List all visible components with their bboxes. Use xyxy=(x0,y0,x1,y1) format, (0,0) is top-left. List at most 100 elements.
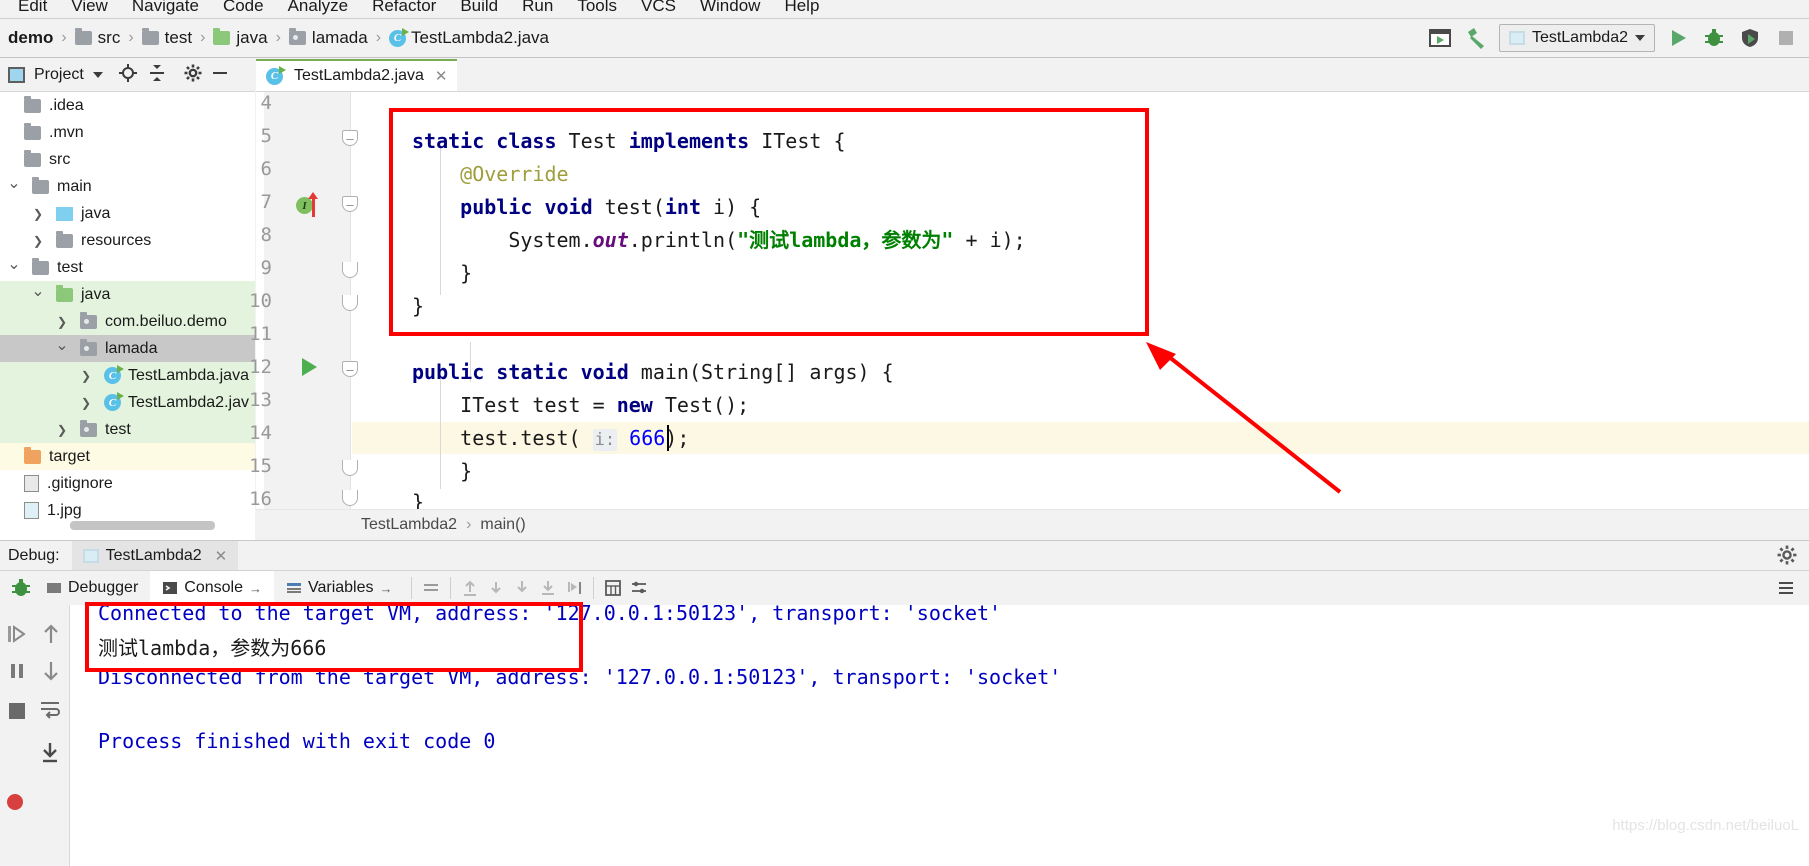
console-output[interactable]: Connected to the target VM, address: '12… xyxy=(70,605,1809,866)
stop-button[interactable] xyxy=(1773,25,1799,51)
breadcrumb-item-file[interactable]: C TestLambda2.java xyxy=(389,27,549,48)
collapse-all-icon[interactable] xyxy=(147,63,167,88)
tree-item-test-pkg[interactable]: test xyxy=(0,416,255,443)
resume-program-icon[interactable] xyxy=(6,623,28,650)
code-editor[interactable]: 4 5 6 7 8 9 10 11 12 13 14 15 16 I – – – xyxy=(249,92,1809,514)
settings-gear-icon[interactable] xyxy=(184,64,202,87)
locate-icon[interactable] xyxy=(118,63,138,88)
run-configuration-selector[interactable]: TestLambda2 xyxy=(1498,24,1655,52)
tree-item-src[interactable]: src xyxy=(0,146,255,173)
menu-item-build[interactable]: Build xyxy=(448,0,510,18)
editor-tab-testlambda2[interactable]: C TestLambda2.java ✕ xyxy=(256,59,458,91)
pause-program-icon[interactable] xyxy=(6,660,28,687)
stop-program-icon[interactable] xyxy=(6,700,28,727)
menu-item-code[interactable]: Code xyxy=(211,0,276,18)
run-gutter-icon[interactable] xyxy=(302,358,317,376)
tree-item-gitignore[interactable]: .gitignore xyxy=(0,470,255,497)
tree-item-testlambda[interactable]: C TestLambda.java xyxy=(0,362,255,389)
chevron-right-icon[interactable] xyxy=(54,422,70,437)
menu-item-navigate[interactable]: Navigate xyxy=(120,0,211,18)
force-step-into-icon[interactable] xyxy=(535,575,561,601)
code-line-6[interactable]: @Override xyxy=(412,158,568,190)
run-with-coverage-button[interactable] xyxy=(1737,25,1763,51)
step-out-icon[interactable] xyxy=(457,575,483,601)
hamburger-menu-icon[interactable] xyxy=(1773,575,1799,601)
code-line-15[interactable]: } xyxy=(412,455,472,487)
step-over-icon[interactable] xyxy=(483,575,509,601)
tree-item-test-root[interactable]: test xyxy=(0,254,255,281)
editor-breadcrumb-method[interactable]: main() xyxy=(480,516,525,534)
step-up-icon[interactable] xyxy=(40,621,62,652)
code-line-13[interactable]: ITest test = new Test(); xyxy=(412,389,749,421)
build-hammer-icon[interactable] xyxy=(1463,25,1489,51)
code-line-12[interactable]: public static void main(String[] args) { xyxy=(412,356,894,388)
menu-item-edit[interactable]: Edit xyxy=(6,0,59,18)
chevron-right-icon[interactable] xyxy=(54,314,70,329)
editor-code-area[interactable]: static class Test implements ITest { @Ov… xyxy=(352,92,1809,514)
chevron-right-icon[interactable] xyxy=(30,233,46,248)
chevron-down-icon[interactable] xyxy=(30,285,46,305)
tab-console[interactable]: Console → xyxy=(150,570,274,606)
chevron-right-icon[interactable] xyxy=(78,395,94,410)
tab-debugger[interactable]: Debugger xyxy=(34,571,150,606)
tree-item-idea[interactable]: .idea xyxy=(0,92,255,119)
chevron-down-icon[interactable] xyxy=(54,339,70,359)
method-override-arrow-icon[interactable] xyxy=(308,192,318,217)
breakpoint-icon[interactable] xyxy=(4,791,26,818)
tree-item-mvn[interactable]: .mvn xyxy=(0,119,255,146)
step-down-icon[interactable] xyxy=(40,658,62,689)
chevron-right-icon[interactable] xyxy=(78,368,94,383)
breakpoint-hit-icon[interactable]: I xyxy=(296,197,313,214)
project-tree-scrollbar-horizontal[interactable] xyxy=(70,521,215,530)
tree-item-main[interactable]: main xyxy=(0,173,255,200)
breadcrumb-item-src[interactable]: src xyxy=(74,28,120,48)
run-to-cursor-icon[interactable] xyxy=(561,575,587,601)
menu-item-help[interactable]: Help xyxy=(772,0,831,18)
chevron-right-icon[interactable] xyxy=(30,206,46,221)
menu-item-refactor[interactable]: Refactor xyxy=(360,0,448,18)
menu-item-run[interactable]: Run xyxy=(510,0,565,18)
tree-item-resources[interactable]: resources xyxy=(0,227,255,254)
chevron-down-icon[interactable] xyxy=(92,72,103,78)
debug-session-tab[interactable]: TestLambda2 ✕ xyxy=(71,540,239,571)
frames-icon[interactable] xyxy=(418,575,444,601)
debug-button[interactable] xyxy=(1701,25,1727,51)
tree-item-target[interactable]: target xyxy=(0,443,255,470)
close-icon[interactable]: ✕ xyxy=(215,547,228,565)
code-line-14[interactable]: test.test( i: 666); xyxy=(412,422,689,454)
chevron-down-icon[interactable] xyxy=(6,177,22,197)
tab-variables[interactable]: Variables → xyxy=(274,571,405,606)
project-panel-title[interactable]: Project xyxy=(34,66,84,84)
code-line-7[interactable]: public void test(int i) { xyxy=(412,191,761,223)
evaluate-expression-icon[interactable] xyxy=(600,575,626,601)
hide-panel-icon[interactable] xyxy=(211,64,229,87)
tree-item-com-beiluo-demo[interactable]: com.beiluo.demo xyxy=(0,308,255,335)
soft-wrap-icon[interactable] xyxy=(38,697,62,726)
menu-item-view[interactable]: View xyxy=(59,0,120,18)
breadcrumb-item-java[interactable]: java xyxy=(213,28,268,48)
select-target-icon[interactable] xyxy=(1427,25,1453,51)
settings-sliders-icon[interactable] xyxy=(626,575,652,601)
tree-item-lamada[interactable]: lamada xyxy=(0,335,255,362)
code-line-9[interactable]: } xyxy=(412,257,472,289)
run-button[interactable] xyxy=(1665,25,1691,51)
scroll-to-end-icon[interactable] xyxy=(38,740,62,771)
breadcrumb-item-demo[interactable]: demo xyxy=(8,28,53,48)
menu-item-window[interactable]: Window xyxy=(688,0,772,18)
tree-item-1jpg[interactable]: 1.jpg xyxy=(0,497,255,524)
breadcrumb-item-test[interactable]: test xyxy=(141,28,192,48)
tree-item-testlambda2[interactable]: C TestLambda2.jav xyxy=(0,389,255,416)
code-line-8[interactable]: System.out.println("测试lambda，参数为" + i); xyxy=(412,224,1025,256)
pin-arrow-icon[interactable]: → xyxy=(249,581,262,596)
step-into-icon[interactable] xyxy=(509,575,535,601)
tree-item-main-java[interactable]: java xyxy=(0,200,255,227)
code-line-10[interactable]: } xyxy=(412,290,424,322)
menu-item-vcs[interactable]: VCS xyxy=(629,0,688,18)
breadcrumb-item-lamada[interactable]: lamada xyxy=(288,28,368,48)
editor-gutter[interactable]: 4 5 6 7 8 9 10 11 12 13 14 15 16 I – – – xyxy=(249,92,358,510)
debug-settings-gear-icon[interactable] xyxy=(1777,545,1797,565)
menu-item-analyze[interactable]: Analyze xyxy=(276,0,360,18)
code-line-5[interactable]: static class Test implements ITest { xyxy=(412,125,846,157)
tree-item-test-java[interactable]: java xyxy=(0,281,255,308)
close-icon[interactable]: ✕ xyxy=(435,67,448,85)
